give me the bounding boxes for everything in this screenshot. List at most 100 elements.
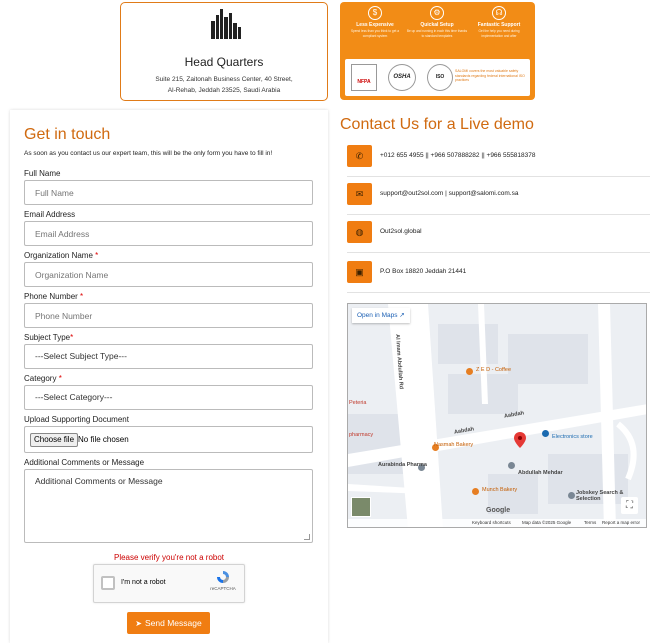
keyboard-shortcuts-link[interactable]: Keyboard shortcuts: [472, 519, 511, 527]
logos-caption: SALOMI covers the most valuable safety s…: [455, 69, 525, 82]
send-button-label: Send Message: [145, 618, 202, 628]
map-data-text: Map data ©2025 Google: [522, 520, 572, 525]
comments-textarea[interactable]: Additional Comments or Message: [24, 469, 313, 543]
location-map[interactable]: Open in Maps ↗ Al Imam Abdullah Rd Aabda…: [347, 303, 647, 528]
feature-desc: Get the help you need during implementat…: [478, 29, 520, 38]
headquarters-title: Head Quarters: [184, 55, 264, 69]
dollar-icon: $: [368, 6, 382, 20]
required-mark: *: [95, 251, 99, 260]
promo-banner: $ Less Expensive Spend less than you thi…: [340, 2, 535, 100]
place-marker[interactable]: [472, 488, 479, 495]
recaptcha-widget: I'm not a robot reCAPTCHA: [93, 564, 245, 603]
contact-form: Get in touch As soon as you contact us o…: [10, 110, 328, 643]
phone-numbers: +012 655 4955 || +966 507888282 || +966 …: [380, 152, 536, 159]
terms-link[interactable]: Terms: [584, 519, 596, 527]
globe-icon: ◍: [347, 221, 372, 243]
captcha-error: Please verify you're not a robot: [113, 553, 225, 562]
headquarters-card: Head Quarters Suite 215, Zaitonah Busine…: [120, 2, 328, 101]
feature-quick-setup: ⚙ Quickal Setup Be up and running in eac…: [406, 6, 468, 38]
full-name-input[interactable]: [24, 180, 313, 205]
paper-plane-icon: ➤: [135, 619, 142, 628]
full-name-label: Full Name: [24, 169, 60, 178]
open-in-maps-button[interactable]: Open in Maps ↗: [352, 308, 410, 323]
phone-input[interactable]: [24, 303, 313, 328]
comments-label: Additional Comments or Message: [24, 458, 144, 467]
email-addresses[interactable]: support@out2sol.com | support@salomi.com…: [380, 190, 518, 197]
nfpa-logo: NFPA: [351, 64, 377, 91]
place-marker[interactable]: [466, 368, 473, 375]
place-label: Peteria: [349, 400, 367, 406]
fullscreen-icon[interactable]: ⛶: [621, 497, 638, 514]
label-text: Subject Type: [24, 333, 71, 342]
label-text: Email Address: [24, 210, 76, 219]
osha-logo: OSHA: [388, 64, 416, 91]
recaptcha-logo: reCAPTCHA: [208, 570, 238, 591]
open-maps-label: Open in Maps: [357, 312, 398, 319]
label-text: Full Name: [24, 169, 61, 178]
phone-label: Phone Number *: [24, 292, 83, 301]
place-label: Abdullah Mehdar: [518, 470, 563, 476]
contact-email-row: ✉ support@out2sol.com | support@salomi.c…: [347, 179, 650, 215]
skyline-icon: [211, 9, 241, 39]
location-pin-icon[interactable]: [514, 432, 526, 448]
label-text: Phone Number: [24, 292, 78, 301]
organization-input[interactable]: [24, 262, 313, 287]
address-line: Suite 215, Zaitonah Business Center, 40 …: [155, 76, 293, 83]
feature-desc: Be up and running in each this time than…: [406, 29, 468, 38]
place-label: Z E D - Coffee: [476, 367, 512, 373]
upload-label: Upload Supporting Document: [24, 415, 129, 424]
map-thumbnail[interactable]: [351, 497, 371, 517]
form-title: Get in touch: [24, 126, 111, 143]
gear-icon: ⚙: [430, 6, 444, 20]
required-mark: *: [70, 333, 74, 342]
headset-icon: ☊: [492, 6, 506, 20]
feature-title: Fantastic Support: [477, 22, 521, 28]
feature-less-expensive: $ Less Expensive Spend less than you thi…: [344, 6, 406, 38]
label-text: Category: [24, 374, 57, 383]
place-label: Munch Bakery: [482, 487, 518, 493]
subject-label: Subject Type*: [24, 333, 73, 342]
contact-phone-row: ✆ +012 655 4955 || +966 507888282 || +96…: [347, 141, 650, 177]
place-marker[interactable]: [568, 492, 575, 499]
contact-title: Contact Us for a Live demo: [340, 116, 534, 133]
recaptcha-label: I'm not a robot: [121, 579, 166, 586]
email-input[interactable]: [24, 221, 313, 246]
resize-handle[interactable]: [304, 534, 310, 540]
contact-website-row: ◍ Out2sol.global: [347, 217, 650, 253]
email-label: Email Address: [24, 210, 75, 219]
required-mark: *: [80, 292, 84, 301]
label-text: Additional Comments or Message: [24, 458, 145, 467]
place-marker[interactable]: [542, 430, 549, 437]
comments-placeholder: Additional Comments or Message: [35, 476, 163, 486]
place-label: pharmacy: [349, 432, 374, 438]
po-box: P.O Box 18820 Jeddah 21441: [380, 268, 467, 275]
recaptcha-checkbox[interactable]: [101, 576, 115, 590]
recaptcha-brand: reCAPTCHA: [210, 586, 236, 591]
phone-icon: ✆: [347, 145, 372, 167]
place-label: Nasmah Bakery: [434, 442, 474, 448]
google-logo: Google: [486, 507, 511, 514]
address-line: Al-Rehab, Jeddah 23525, Saudi Arabia: [167, 87, 281, 94]
file-status: No file chosen: [78, 435, 129, 444]
address-book-icon: ▣: [347, 261, 372, 283]
certification-logos: NFPA OSHA ISO SALOMI covers the most val…: [345, 59, 530, 96]
file-upload-field: Choose file No file chosen: [24, 426, 313, 453]
report-error-link[interactable]: Report a map error: [602, 519, 640, 527]
feature-desc: Spend less than you think to get a compl…: [350, 29, 400, 38]
category-label: Category *: [24, 374, 62, 383]
feature-title: Less Expensive: [356, 22, 394, 28]
place-marker[interactable]: [508, 462, 515, 469]
send-message-button[interactable]: ➤ Send Message: [127, 612, 210, 634]
choose-file-button[interactable]: Choose file: [30, 433, 79, 447]
map-footer: Keyboard shortcuts Map data ©2025 Google…: [348, 519, 646, 527]
iso-logo: ISO: [427, 64, 453, 91]
headquarters-address: Suite 215, Zaitonah Business Center, 40 …: [121, 74, 327, 96]
place-label: Electronics store: [552, 434, 593, 440]
subject-select[interactable]: ---Select Subject Type---: [24, 344, 313, 369]
website-link[interactable]: Out2sol.global: [380, 228, 422, 235]
required-mark: *: [58, 374, 62, 383]
label-text: Organization Name: [24, 251, 93, 260]
envelope-icon: ✉: [347, 183, 372, 205]
category-select[interactable]: ---Select Category---: [24, 385, 313, 410]
organization-label: Organization Name *: [24, 251, 98, 260]
